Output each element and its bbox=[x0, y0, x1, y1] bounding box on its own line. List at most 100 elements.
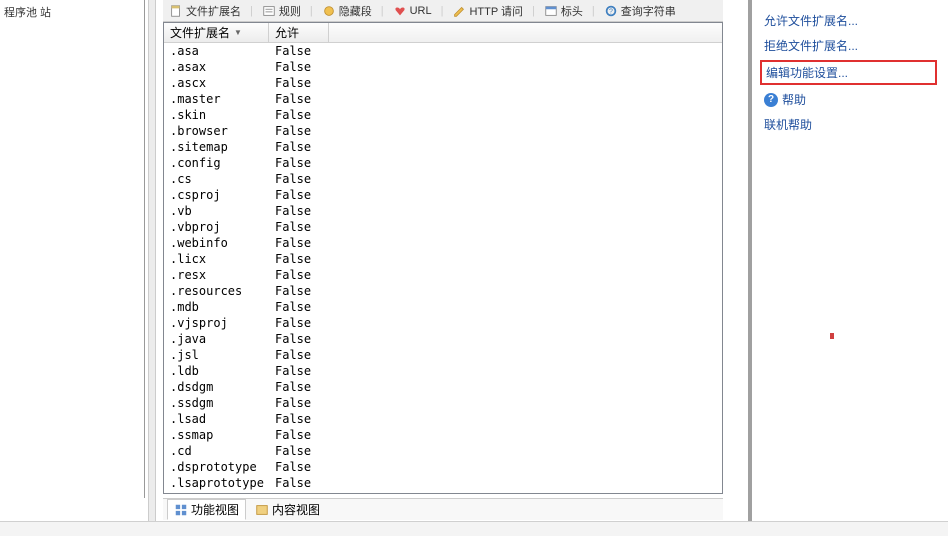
tab-content-view[interactable]: 内容视图 bbox=[248, 499, 327, 520]
toolbar-item-hidden[interactable]: 隐藏段 bbox=[316, 3, 378, 19]
cell-allow: False bbox=[269, 60, 311, 74]
cell-allow: False bbox=[269, 76, 311, 90]
cell-extension: .lsaprototype bbox=[164, 476, 269, 490]
list-row[interactable]: .ascxFalse bbox=[164, 75, 722, 91]
cell-allow: False bbox=[269, 108, 311, 122]
cell-allow: False bbox=[269, 428, 311, 442]
list-row[interactable]: .vbFalse bbox=[164, 203, 722, 219]
left-tree-panel: 程序池 站 bbox=[0, 0, 145, 498]
action-help[interactable]: ? 帮助 bbox=[762, 87, 935, 112]
cell-extension: .licx bbox=[164, 252, 269, 266]
toolbar-item-fileext[interactable]: 文件扩展名 bbox=[163, 3, 247, 19]
cell-allow: False bbox=[269, 172, 311, 186]
list-row[interactable]: .configFalse bbox=[164, 155, 722, 171]
cell-allow: False bbox=[269, 236, 311, 250]
action-allow-extension[interactable]: 允许文件扩展名... bbox=[762, 8, 935, 33]
list-row[interactable]: .resourcesFalse bbox=[164, 283, 722, 299]
action-online-help[interactable]: 联机帮助 bbox=[762, 112, 935, 137]
cell-allow: False bbox=[269, 220, 311, 234]
list-row[interactable]: .asaxFalse bbox=[164, 59, 722, 75]
cell-allow: False bbox=[269, 460, 311, 474]
action-deny-extension[interactable]: 拒绝文件扩展名... bbox=[762, 33, 935, 58]
cell-allow: False bbox=[269, 284, 311, 298]
toolbar-label: 查询字符串 bbox=[621, 3, 676, 19]
extension-list: 文件扩展名 ▼ 允许 .asaFalse.asaxFalse.ascxFalse… bbox=[163, 22, 723, 494]
cell-extension: .ldb bbox=[164, 364, 269, 378]
heart-icon bbox=[393, 4, 407, 18]
header-allow[interactable]: 允许 bbox=[269, 23, 329, 42]
cell-extension: .skin bbox=[164, 108, 269, 122]
action-edit-settings[interactable]: 编辑功能设置... bbox=[760, 60, 937, 85]
list-row[interactable]: .skinFalse bbox=[164, 107, 722, 123]
list-row[interactable]: .ssmapFalse bbox=[164, 427, 722, 443]
toolbar-item-query[interactable]: ? 查询字符串 bbox=[598, 3, 682, 19]
list-row[interactable]: .vjsprojFalse bbox=[164, 315, 722, 331]
view-tabs: 功能视图 内容视图 bbox=[163, 498, 723, 520]
cell-extension: .webinfo bbox=[164, 236, 269, 250]
toolbar-item-rules[interactable]: 规则 bbox=[256, 3, 307, 19]
cell-allow: False bbox=[269, 140, 311, 154]
list-row[interactable]: .jslFalse bbox=[164, 347, 722, 363]
cell-extension: .ssmap bbox=[164, 428, 269, 442]
cell-allow: False bbox=[269, 300, 311, 314]
content-icon bbox=[255, 503, 269, 517]
list-row[interactable]: .javaFalse bbox=[164, 331, 722, 347]
list-row[interactable]: .ldbFalse bbox=[164, 363, 722, 379]
list-header: 文件扩展名 ▼ 允许 bbox=[164, 23, 722, 43]
help-icon: ? bbox=[764, 93, 778, 107]
toolbar-item-http[interactable]: HTTP 请问 bbox=[446, 3, 529, 19]
toolbar-item-url[interactable]: URL bbox=[387, 4, 438, 18]
list-row[interactable]: .dsdgmFalse bbox=[164, 379, 722, 395]
list-row[interactable]: .masterFalse bbox=[164, 91, 722, 107]
cell-allow: False bbox=[269, 332, 311, 346]
list-row[interactable]: .browserFalse bbox=[164, 123, 722, 139]
cell-extension: .vjsproj bbox=[164, 316, 269, 330]
cell-allow: False bbox=[269, 268, 311, 282]
toolbar-separator: | bbox=[589, 5, 598, 17]
list-row[interactable]: .lsaprototypeFalse bbox=[164, 475, 722, 491]
query-icon: ? bbox=[604, 4, 618, 18]
toolbar-item-header[interactable]: 标头 bbox=[538, 3, 589, 19]
list-row[interactable]: .dsprototypeFalse bbox=[164, 459, 722, 475]
cell-extension: .cd bbox=[164, 444, 269, 458]
toolbar-separator: | bbox=[307, 5, 316, 17]
cell-allow: False bbox=[269, 348, 311, 362]
toolbar-label: 文件扩展名 bbox=[186, 3, 241, 19]
list-row[interactable]: .cdFalse bbox=[164, 443, 722, 459]
cell-extension: .asax bbox=[164, 60, 269, 74]
cell-extension: .config bbox=[164, 156, 269, 170]
header-extension[interactable]: 文件扩展名 ▼ bbox=[164, 23, 269, 42]
cell-allow: False bbox=[269, 380, 311, 394]
tab-features-view[interactable]: 功能视图 bbox=[167, 499, 246, 520]
cell-allow: False bbox=[269, 188, 311, 202]
rules-icon bbox=[262, 4, 276, 18]
splitter[interactable] bbox=[148, 0, 156, 521]
list-row[interactable]: .ssdgmFalse bbox=[164, 395, 722, 411]
cell-allow: False bbox=[269, 252, 311, 266]
list-row[interactable]: .vbprojFalse bbox=[164, 219, 722, 235]
list-body[interactable]: .asaFalse.asaxFalse.ascxFalse.masterFals… bbox=[164, 43, 722, 494]
cell-allow: False bbox=[269, 364, 311, 378]
list-row[interactable]: .licxFalse bbox=[164, 251, 722, 267]
list-row[interactable]: .sitemapFalse bbox=[164, 139, 722, 155]
toolbar-label: 规则 bbox=[279, 3, 301, 19]
list-row[interactable]: .asaFalse bbox=[164, 43, 722, 59]
list-row[interactable]: .webinfoFalse bbox=[164, 235, 722, 251]
cell-allow: False bbox=[269, 316, 311, 330]
list-row[interactable]: .csFalse bbox=[164, 171, 722, 187]
cell-allow: False bbox=[269, 412, 311, 426]
list-row[interactable]: .csprojFalse bbox=[164, 187, 722, 203]
toolbar: 文件扩展名 | 规则 | 隐藏段 | URL | HTTP 请问 | 标头 | … bbox=[163, 0, 723, 22]
action-label: 帮助 bbox=[782, 91, 806, 108]
header-label: 允许 bbox=[275, 24, 299, 41]
list-row[interactable]: .resxFalse bbox=[164, 267, 722, 283]
cell-allow: False bbox=[269, 44, 311, 58]
toolbar-separator: | bbox=[438, 5, 447, 17]
cell-extension: .ssdgm bbox=[164, 396, 269, 410]
cell-extension: .csproj bbox=[164, 188, 269, 202]
cell-extension: .asa bbox=[164, 44, 269, 58]
list-row[interactable]: .mdbFalse bbox=[164, 299, 722, 315]
toolbar-label: URL bbox=[410, 5, 432, 17]
list-row[interactable]: .lsadFalse bbox=[164, 411, 722, 427]
actions-panel: 允许文件扩展名... 拒绝文件扩展名... 编辑功能设置... ? 帮助 联机帮… bbox=[748, 0, 945, 536]
